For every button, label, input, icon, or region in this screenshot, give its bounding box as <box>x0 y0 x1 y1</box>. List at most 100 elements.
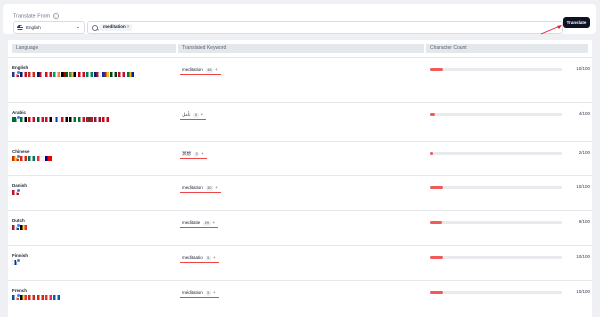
character-count-text: 10/100 <box>576 184 590 189</box>
flag-icon <box>36 156 44 161</box>
character-count-fill <box>430 152 433 155</box>
column-language: Language <box>12 44 176 53</box>
flag-icon <box>12 154 21 161</box>
table-row: Dutch meditatie 29 +9/100 <box>8 210 592 245</box>
add-keyword-icon[interactable]: + <box>215 67 218 72</box>
translated-keyword-field[interactable]: meditatie 29 + <box>180 218 219 228</box>
flag-icon <box>12 115 21 122</box>
flag-icon <box>102 117 110 122</box>
keyword-chip[interactable]: meditation× <box>100 24 133 31</box>
flag-icon <box>28 117 36 122</box>
flag-icon <box>20 225 28 230</box>
language-name: English <box>12 65 29 70</box>
keyword-count-badge: 5 <box>205 256 211 261</box>
translated-keyword-field[interactable]: meditation 48 + <box>180 65 221 75</box>
language-name: Finnish <box>12 253 28 258</box>
keyword-count-badge: 5 <box>193 113 199 118</box>
table-row: English meditation 48 +10/100 <box>8 57 592 102</box>
translate-from-panel: Translate From i English ⌄ meditation× <box>3 4 596 34</box>
table-row: French méditation 5 +10/100 <box>8 280 592 315</box>
character-count-bar <box>430 68 562 71</box>
character-count-bar <box>430 186 562 189</box>
keyword-count-badge: 5 <box>205 291 211 296</box>
flag-icon <box>36 72 44 77</box>
flag-icon <box>85 72 93 77</box>
flag-icon <box>12 188 21 195</box>
keyword-count-badge: 3 <box>194 152 200 157</box>
character-count-fill <box>430 291 444 294</box>
flag-icon <box>93 117 101 122</box>
translated-keyword-field[interactable]: تأمل 5 + <box>180 110 207 120</box>
keyword-count-badge: 29 <box>203 221 211 226</box>
flag-list <box>12 293 177 313</box>
column-character-count: Character Count <box>426 44 588 53</box>
flag-list <box>12 188 177 208</box>
translated-keyword-text: meditation <box>182 185 203 190</box>
info-icon[interactable]: i <box>52 13 59 19</box>
source-language-select[interactable]: English ⌄ <box>13 21 85 34</box>
flag-icon <box>20 72 28 77</box>
table-row: Arabic تأمل 5 +4/100 <box>8 102 592 141</box>
translated-keyword-field[interactable]: meditaatio 5 + <box>180 253 219 263</box>
character-count-text: 10/100 <box>576 254 590 259</box>
character-count-fill <box>430 221 442 224</box>
flag-list <box>12 154 177 174</box>
flag-icon <box>44 295 52 300</box>
add-keyword-icon[interactable]: + <box>213 220 216 225</box>
character-count-text: 10/100 <box>576 289 590 294</box>
flag-icon <box>12 70 21 77</box>
flag-icon <box>52 295 60 300</box>
character-count-fill <box>430 68 444 71</box>
table-row: Finnish meditaatio 5 + 10/100 <box>8 245 592 280</box>
flag-icon <box>77 72 85 77</box>
add-keyword-icon[interactable]: + <box>213 290 216 295</box>
flag-icon <box>44 156 52 161</box>
translated-keyword-text: méditation <box>182 290 203 295</box>
translated-keyword-text: 冥想 <box>182 151 191 156</box>
character-count-bar <box>430 152 562 155</box>
keyword-count-badge: 48 <box>205 68 213 73</box>
flag-icon <box>28 156 36 161</box>
character-count-fill <box>430 256 444 259</box>
flag-icon <box>36 295 44 300</box>
flag-icon <box>85 117 93 122</box>
translate-button[interactable]: Translate <box>563 17 590 28</box>
language-name: Chinese <box>12 149 30 154</box>
translate-from-label: Translate From i <box>13 13 59 19</box>
flag-icon <box>12 223 21 230</box>
translated-keyword-text: meditatie <box>182 220 201 225</box>
flag-list <box>12 70 177 90</box>
flag-icon <box>28 295 36 300</box>
flag-icon <box>44 117 52 122</box>
character-count-text: 9/100 <box>578 219 590 224</box>
add-keyword-icon[interactable]: + <box>213 255 216 260</box>
flag-icon <box>12 293 21 300</box>
keyword-input[interactable]: meditation× <box>87 21 563 34</box>
flag-icon <box>28 72 36 77</box>
translated-keyword-field[interactable]: 冥想 3 + <box>180 149 207 159</box>
translated-keyword-field[interactable]: méditation 5 + <box>180 288 219 298</box>
search-icon <box>92 24 98 31</box>
flag-icon <box>118 72 126 77</box>
flag-icon <box>52 72 60 77</box>
flag-icon <box>44 72 52 77</box>
flag-list <box>12 115 177 135</box>
translated-keyword-field[interactable]: meditation 30 + <box>180 183 221 193</box>
flag-list <box>12 258 177 278</box>
flag-icon <box>61 72 69 77</box>
chevron-down-icon: ⌄ <box>75 24 80 30</box>
add-keyword-icon[interactable]: + <box>201 112 204 117</box>
flag-icon <box>12 258 21 265</box>
character-count-bar <box>430 221 562 224</box>
character-count-text: 2/100 <box>578 150 590 155</box>
flag-icon <box>20 295 28 300</box>
add-keyword-icon[interactable]: + <box>201 151 204 156</box>
us-flag-icon <box>17 24 23 31</box>
flag-icon <box>69 72 77 77</box>
add-keyword-icon[interactable]: + <box>215 185 218 190</box>
translated-keyword-text: تأمل <box>182 112 191 117</box>
flag-icon <box>102 72 110 77</box>
flag-icon <box>93 72 101 77</box>
remove-chip-icon[interactable]: × <box>127 24 130 29</box>
translated-keyword-text: meditation <box>182 67 203 72</box>
